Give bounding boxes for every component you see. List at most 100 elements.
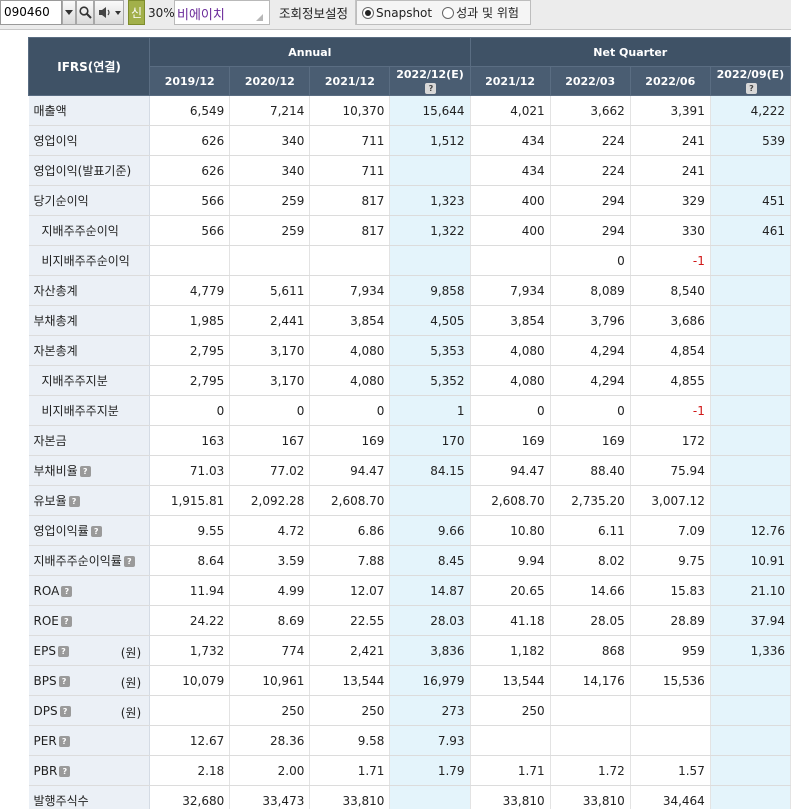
query-settings-button[interactable]: 조회정보설정 [272,0,356,25]
table-row: 영업이익(발표기준) 626 340 711 434 224 241 [28,155,791,186]
table-cell [710,725,791,756]
row-label-text: 비지배주주지분 [41,404,119,418]
table-cell: 566 [149,215,231,246]
financial-summary-table: IFRS(연결) Annual Net Quarter 2019/12 2020… [27,37,791,809]
help-icon[interactable]: ? [123,556,135,567]
table-row: EPS? (원) 1,732 774 2,421 3,836 1,182 868 959 1,33… [28,635,791,666]
row-label-text: 자산총계 [33,284,78,298]
table-cell: 10,370 [309,95,391,126]
table-cell: 539 [710,125,791,156]
help-icon[interactable]: ? [68,496,80,507]
table-cell: 8.69 [229,605,311,636]
table-row: PER? 12.67 28.36 9.58 7.93 [28,725,791,756]
table-cell: 75.94 [630,455,711,486]
help-icon[interactable]: ? [59,765,71,777]
table-row: ROA? 11.94 4.99 12.07 14.87 20.65 14.66 15.83 21… [28,575,791,606]
help-icon[interactable]: ? [79,466,91,477]
help-icon[interactable]: ? [745,82,757,94]
table-cell: 7.88 [309,545,391,576]
view-mode-radio-group: Snapshot 성과 및 위험 [356,0,531,25]
table-cell [710,395,791,426]
table-cell [710,305,791,336]
period-header: 2022/03 [549,66,631,96]
table-cell [389,245,471,276]
row-label-text: BPS [33,673,57,688]
table-cell: 4,080 [309,365,391,396]
row-label-text: 영업이익(발표기준) [33,164,132,178]
table-cell: 28.36 [229,725,311,756]
row-label-text: 지배주주순이익 [41,224,119,238]
table-cell: 2.18 [149,755,231,786]
table-cell: 400 [470,185,551,216]
table-cell: 1,322 [389,215,471,246]
table-cell: 250 [229,695,311,726]
radio-performance-risk[interactable]: 성과 및 위험 [442,4,519,21]
radio-performance-risk-label: 성과 및 위험 [456,6,519,20]
table-cell: 2,795 [149,365,231,396]
table-cell: 71.03 [149,455,231,486]
help-icon[interactable]: ? [90,526,102,537]
table-cell: 1.79 [389,755,471,786]
table-cell: 13,544 [470,665,551,696]
table-cell: 241 [630,155,711,186]
row-label-text: ROE [33,613,59,628]
table-cell: 626 [149,155,231,186]
table-cell: 21.10 [710,575,791,606]
table-cell: 5,353 [389,335,471,366]
table-cell: 224 [550,155,631,186]
help-icon[interactable]: ? [57,645,69,657]
table-cell: 400 [470,215,551,246]
table-body: 매출액 6,549 7,214 10,370 15,644 4,021 3,662 3,391… [28,95,791,809]
row-label: 영업이익 [28,125,151,156]
table-cell: 959 [630,635,711,666]
table-cell [710,365,791,396]
help-icon[interactable]: ? [60,615,72,627]
table-cell [470,725,551,756]
chevron-down-icon [65,9,73,15]
row-label: 부채총계 [28,305,151,336]
table-cell: 37.94 [710,605,791,636]
help-icon[interactable]: ? [58,675,70,687]
table-cell [710,755,791,786]
table-cell: 3,686 [630,305,711,336]
table-cell: 8,089 [550,275,631,306]
table-row: 부채비율? 71.03 77.02 94.47 84.15 94.47 88.40 75.94 [28,455,791,486]
row-label-text: 지배주주지분 [41,374,108,388]
table-cell: 8,540 [630,275,711,306]
help-icon[interactable]: ? [58,735,70,747]
help-icon[interactable]: ? [61,585,73,597]
company-name-field[interactable]: 비에이치 [174,0,270,25]
row-label: 자산총계 [28,275,151,306]
speaker-button[interactable] [94,0,124,25]
table-cell: 11.94 [149,575,231,606]
table-cell: 167 [229,425,311,456]
row-label: 지배주주지분 [28,365,151,396]
sin-toggle-button[interactable]: 신 [128,0,145,25]
table-cell: 33,473 [229,785,311,809]
table-cell: 4,854 [630,335,711,366]
table-cell: -1 [630,245,711,276]
table-cell: 16,979 [389,665,471,696]
table-cell: 1.71 [470,755,551,786]
table-cell: 250 [470,695,551,726]
period-header: 2022/06 [629,66,711,96]
row-label: 비지배주주지분 [28,395,151,426]
table-cell: 88.40 [550,455,631,486]
stock-code-dropdown-button[interactable] [62,0,76,25]
stock-code-input[interactable]: 090460 [0,0,62,25]
table-cell [309,245,391,276]
help-icon[interactable]: ? [425,82,437,94]
radio-snapshot[interactable]: Snapshot [362,6,432,20]
row-label-text: 당기순이익 [33,194,89,208]
table-cell: 3,170 [229,365,311,396]
table-cell: 3,007.12 [630,485,711,516]
table-row: 매출액 6,549 7,214 10,370 15,644 4,021 3,662 3,391… [28,95,791,126]
row-label: 지배주주순이익 [28,215,151,246]
table-row: 자산총계 4,779 5,611 7,934 9,858 7,934 8,089 8,540 [28,275,791,306]
help-icon[interactable]: ? [59,705,71,717]
table-cell: 0 [309,395,391,426]
table-cell: 3.59 [229,545,311,576]
table-cell [389,785,471,809]
search-button[interactable] [76,0,94,25]
table-cell: 94.47 [470,455,551,486]
